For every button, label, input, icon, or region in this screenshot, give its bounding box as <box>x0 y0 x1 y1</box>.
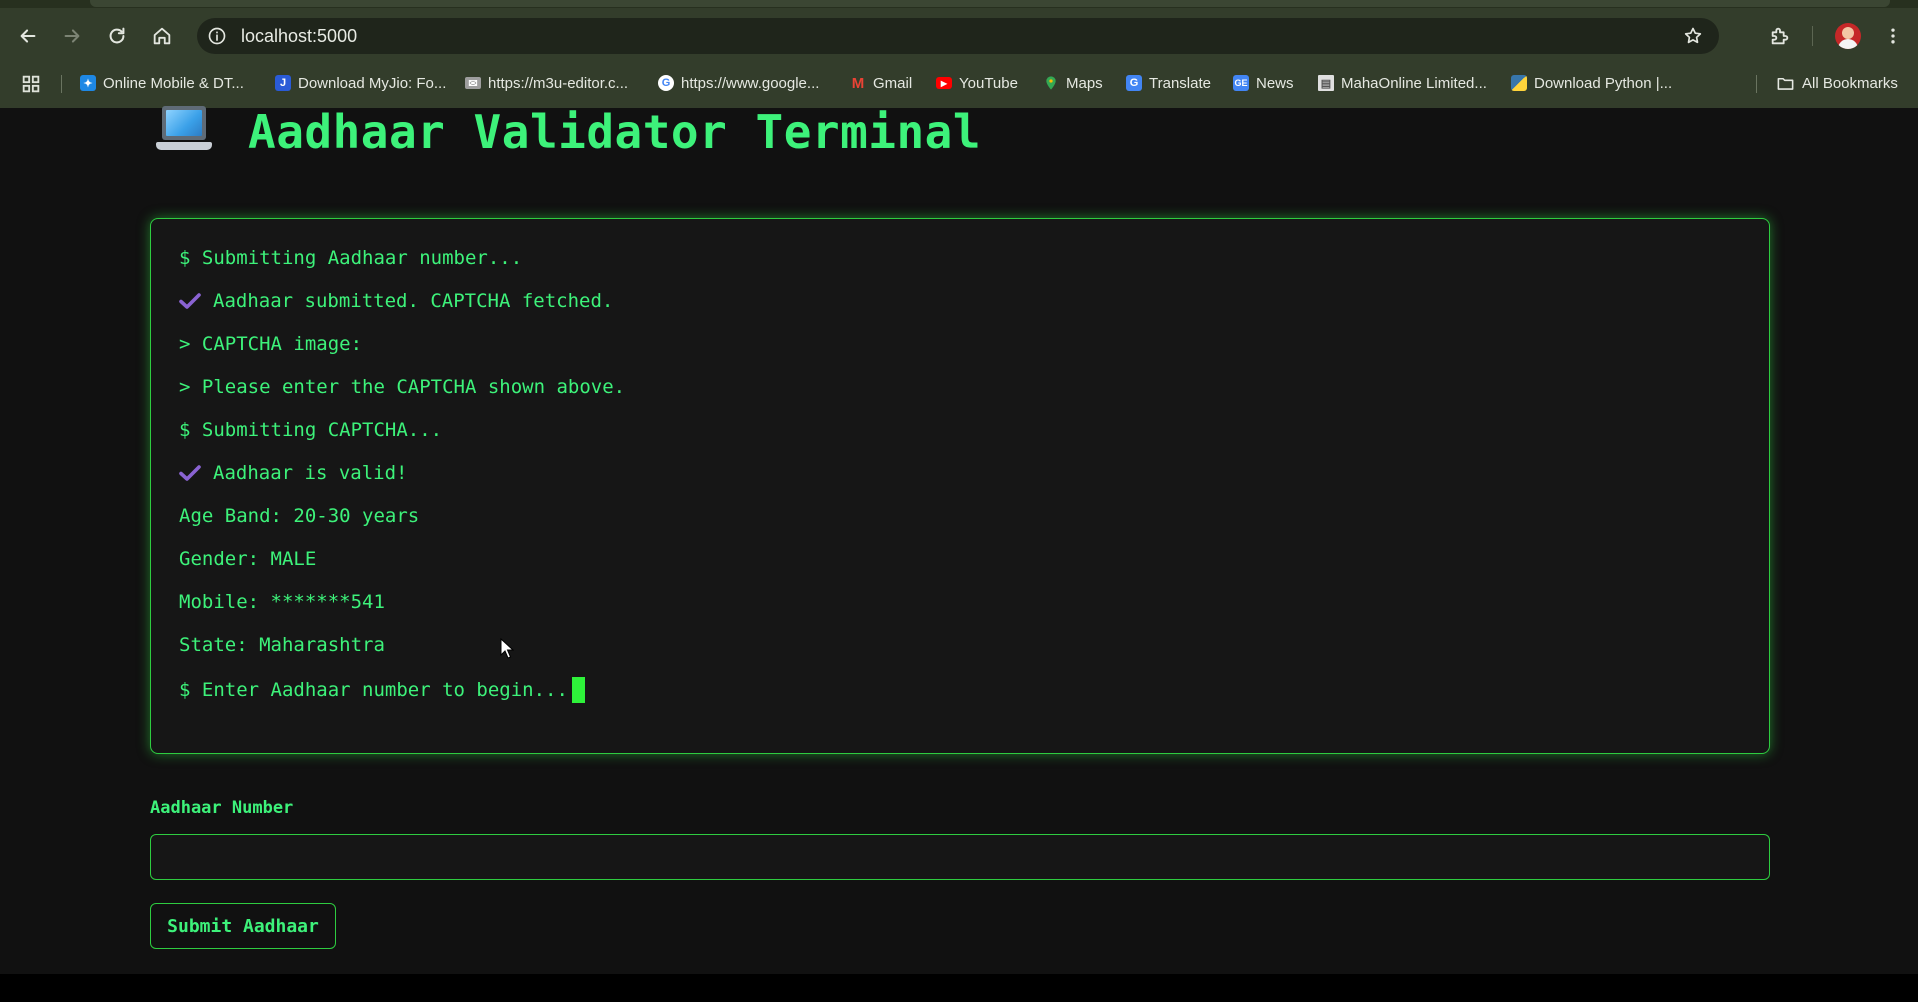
kebab-menu-icon[interactable] <box>1882 22 1904 50</box>
bottom-edge <box>0 974 1918 1002</box>
page-title: Aadhaar Validator Terminal <box>248 105 982 159</box>
terminal-line-text: $ Enter Aadhaar number to begin... <box>179 679 568 701</box>
bookmark-label: Gmail <box>873 74 913 92</box>
bookmarks-bar: ✦ Online Mobile & DT... J Download MyJio… <box>0 64 1918 100</box>
reload-button[interactable] <box>101 20 133 52</box>
bookmark-online-mobile[interactable]: ✦ Online Mobile & DT... <box>80 70 244 96</box>
terminal-line: > CAPTCHA image: <box>179 333 362 355</box>
bookmark-label: MahaOnline Limited... <box>1341 74 1487 92</box>
terminal-line: Gender: MALE <box>179 548 316 570</box>
bookmark-mahaonline[interactable]: ▤ MahaOnline Limited... <box>1318 70 1487 96</box>
apps-grid-icon[interactable] <box>20 73 42 95</box>
all-bookmarks-button[interactable]: All Bookmarks <box>1776 70 1898 96</box>
mail-favicon: ✉ <box>465 77 481 90</box>
site-info-icon[interactable] <box>205 24 229 48</box>
bookmark-star-icon[interactable] <box>1681 24 1705 48</box>
document-favicon: ▤ <box>1318 75 1334 91</box>
terminal-line: $ Submitting CAPTCHA... <box>179 419 442 441</box>
bookmark-news[interactable]: GE News <box>1233 70 1294 96</box>
tab-strip <box>0 0 1918 8</box>
bookmark-myjio[interactable]: J Download MyJio: Fo... <box>275 70 446 96</box>
bookmark-label: Online Mobile & DT... <box>103 74 244 92</box>
terminal-output: $ Submitting Aadhaar number... Aadhaar su… <box>150 218 1770 754</box>
bookmark-label: https://m3u-editor.c... <box>488 74 629 92</box>
terminal-line: State: Maharashtra <box>179 634 385 656</box>
terminal-line-text: > Please enter the CAPTCHA shown above. <box>179 376 626 398</box>
maps-favicon <box>1043 75 1059 91</box>
folder-icon <box>1776 74 1795 93</box>
home-button[interactable] <box>146 20 178 52</box>
terminal-line-text: > CAPTCHA image: <box>179 333 363 355</box>
youtube-favicon: ▶ <box>936 77 952 89</box>
bookmark-label: Download Python |... <box>1534 74 1673 92</box>
toolbar-divider <box>1812 26 1813 46</box>
terminal-line: Age Band: 20-30 years <box>179 505 419 527</box>
terminal-line: $ Enter Aadhaar number to begin... <box>179 677 585 703</box>
page-content: Aadhaar Validator Terminal $ Submitting … <box>0 105 1918 974</box>
bookmark-python[interactable]: Download Python |... <box>1511 70 1672 96</box>
browser-chrome: localhost:5000 ✦ Online Mobile & DT... J… <box>0 0 1918 108</box>
mouse-cursor-icon <box>500 638 514 659</box>
bookmark-label: Maps <box>1066 74 1103 92</box>
online-mobile-favicon: ✦ <box>80 75 96 91</box>
bookmark-label: News <box>1256 74 1294 92</box>
terminal-success-line: Aadhaar is valid! <box>179 462 407 484</box>
terminal-line-text: Aadhaar submitted. CAPTCHA fetched. <box>213 290 614 312</box>
profile-avatar[interactable] <box>1835 23 1861 49</box>
bookmark-label: Translate <box>1149 74 1211 92</box>
submit-aadhaar-button[interactable]: Submit Aadhaar <box>150 903 336 949</box>
translate-favicon: G <box>1126 75 1142 91</box>
google-favicon: G <box>658 75 674 91</box>
terminal-line-text: Mobile: *******541 <box>179 591 385 613</box>
bookmark-label: YouTube <box>959 74 1018 92</box>
bookmark-m3u-editor[interactable]: ✉ https://m3u-editor.c... <box>465 70 628 96</box>
reload-icon <box>109 27 125 44</box>
laptop-icon <box>156 106 212 158</box>
jio-favicon: J <box>275 75 291 91</box>
python-favicon <box>1511 75 1527 91</box>
back-button[interactable] <box>12 20 44 52</box>
news-favicon: GE <box>1233 75 1249 91</box>
forward-button[interactable] <box>56 20 88 52</box>
extensions-icon[interactable] <box>1766 22 1794 50</box>
terminal-line-text: State: Maharashtra <box>179 634 385 656</box>
arrow-right-icon <box>64 29 80 43</box>
address-bar[interactable]: localhost:5000 <box>197 18 1719 54</box>
url-text: localhost:5000 <box>241 26 358 46</box>
terminal-line: $ Submitting Aadhaar number... <box>179 247 522 269</box>
bookmark-gmail[interactable]: M Gmail <box>850 70 912 96</box>
bookmarks-divider <box>1756 75 1757 93</box>
checkmark-icon <box>179 464 201 482</box>
arrow-left-icon <box>20 29 36 43</box>
terminal-line-text: Age Band: 20-30 years <box>179 505 420 527</box>
bookmark-google[interactable]: G https://www.google... <box>658 70 819 96</box>
bookmark-youtube[interactable]: ▶ YouTube <box>936 70 1018 96</box>
page-header: Aadhaar Validator Terminal <box>156 105 982 168</box>
all-bookmarks-label: All Bookmarks <box>1802 74 1898 92</box>
bookmark-label: Download MyJio: Fo... <box>298 74 447 92</box>
bookmark-label: https://www.google... <box>681 74 820 92</box>
bookmark-maps[interactable]: Maps <box>1043 70 1103 96</box>
bookmarks-divider <box>61 75 62 93</box>
home-icon <box>153 27 171 45</box>
terminal-line-text: Gender: MALE <box>179 548 317 570</box>
aadhaar-number-input[interactable] <box>150 834 1770 880</box>
terminal-line: Mobile: *******541 <box>179 591 385 613</box>
terminal-line: > Please enter the CAPTCHA shown above. <box>179 376 625 398</box>
terminal-success-line: Aadhaar submitted. CAPTCHA fetched. <box>179 290 613 312</box>
terminal-cursor <box>571 677 585 703</box>
terminal-line-text: Aadhaar is valid! <box>213 462 408 484</box>
aadhaar-number-label: Aadhaar Number <box>150 798 294 818</box>
checkmark-icon <box>179 292 201 310</box>
gmail-favicon: M <box>851 74 865 92</box>
bookmark-translate[interactable]: G Translate <box>1126 70 1211 96</box>
terminal-line-text: $ Submitting Aadhaar number... <box>179 247 523 269</box>
terminal-line-text: $ Submitting CAPTCHA... <box>179 419 443 441</box>
